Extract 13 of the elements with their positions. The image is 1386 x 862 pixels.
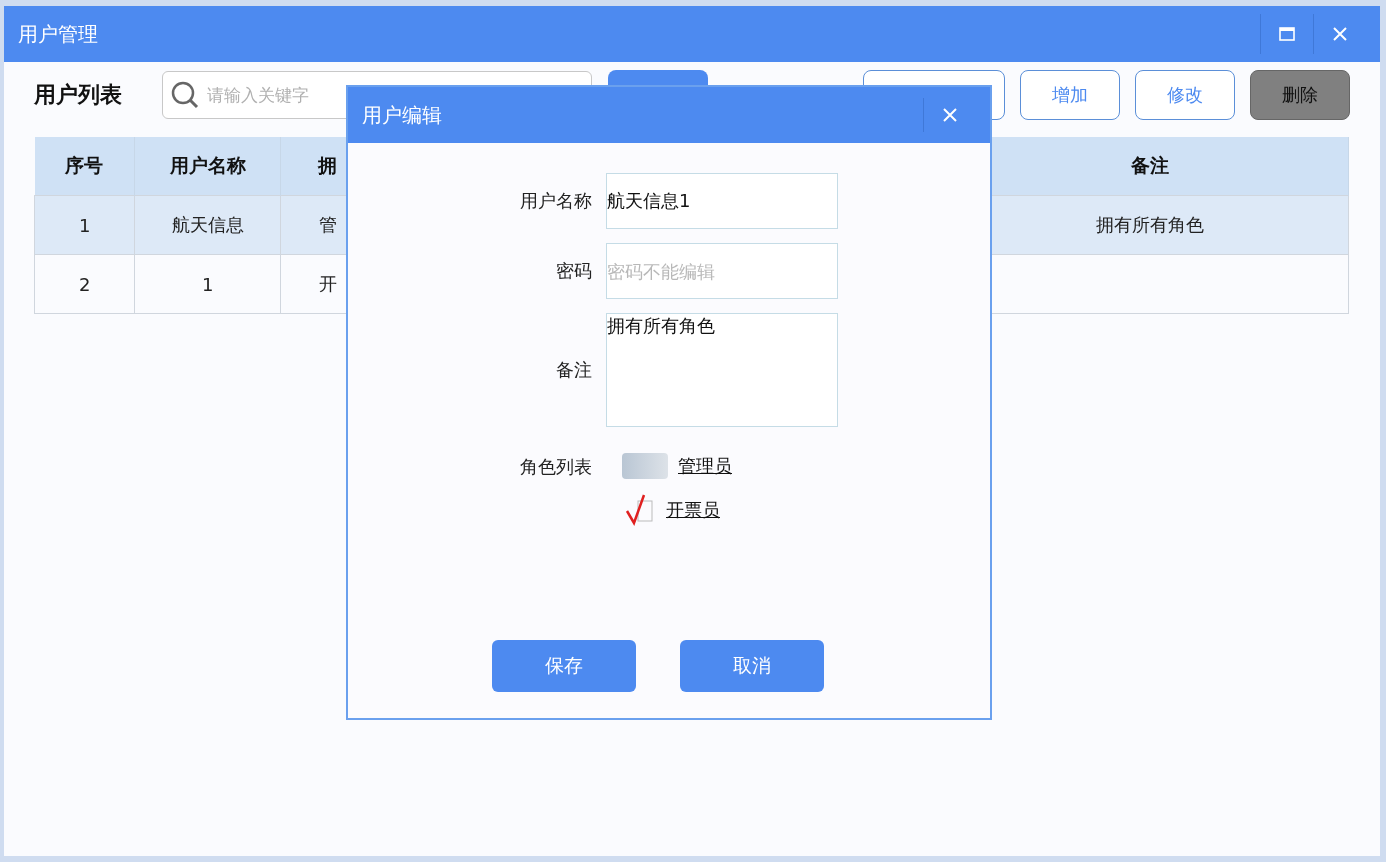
table-cell: 1: [135, 254, 281, 314]
field-label: 密码: [555, 259, 592, 283]
column-header: 用户名称: [135, 137, 281, 196]
table-cell: 1: [34, 195, 135, 255]
window-title: 用户管理: [18, 20, 99, 48]
table-cell: 航天信息: [135, 195, 281, 255]
field-label: 用户名称: [519, 189, 592, 213]
dialog-title: 用户编辑: [362, 101, 443, 129]
field-label: 备注: [555, 358, 592, 382]
table-cell: 2: [34, 254, 135, 314]
column-header: 序号: [34, 137, 135, 196]
field-label: 角色列表: [519, 455, 592, 479]
list-title: 用户列表: [34, 81, 123, 109]
